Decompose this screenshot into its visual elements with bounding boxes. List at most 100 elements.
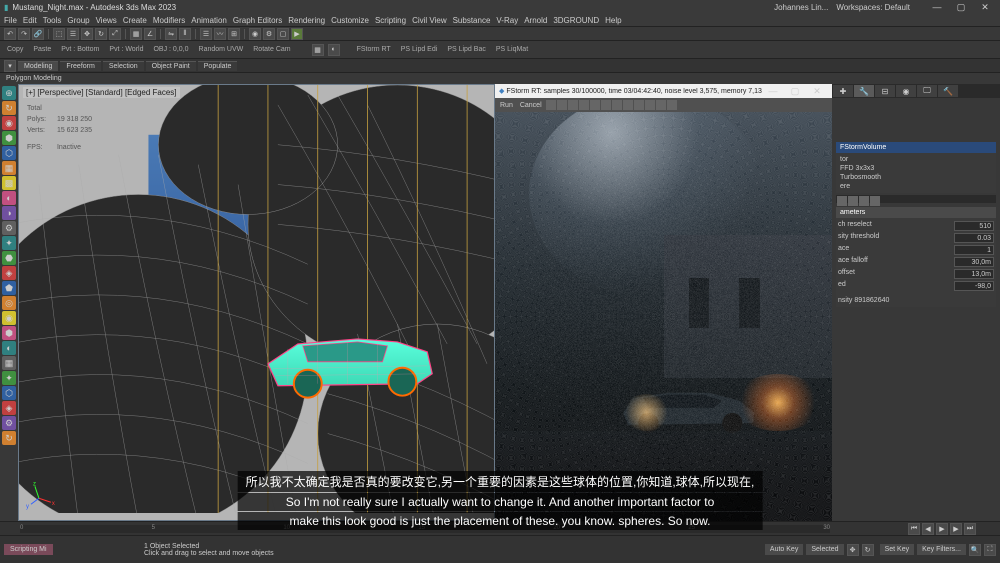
menu-modifiers[interactable]: Modifiers [153, 16, 185, 25]
modifier-stack[interactable]: tor FFD 3x3x3 Turbosmooth ere [836, 153, 996, 193]
ribbon-obj[interactable]: OBJ : 0,0,0 [150, 46, 191, 53]
render-icon[interactable]: ▶ [291, 28, 303, 40]
menu-customize[interactable]: Customize [331, 16, 369, 25]
menu-grapheditors[interactable]: Graph Editors [233, 16, 282, 25]
workspace-user[interactable]: Johannes Lin... [774, 3, 828, 12]
lt-icon-9[interactable]: ⚙ [2, 221, 16, 235]
fstorm-titlebar[interactable]: ◆ FStorm RT: samples 30/100000, time 03/… [495, 84, 832, 98]
cp-tab-utilities[interactable]: 🔨 [938, 85, 958, 97]
rotate-icon[interactable]: ↻ [95, 28, 107, 40]
ribbon-tab-ps1[interactable]: PS Lipd Edi [398, 46, 441, 53]
link-icon[interactable]: 🔗 [32, 28, 44, 40]
render-frame-icon[interactable]: ▢ [277, 28, 289, 40]
tab-freeform[interactable]: Freeform [60, 61, 100, 71]
workspace-dropdown[interactable]: Workspaces: Default [836, 3, 910, 12]
ribbon-pvt-bottom[interactable]: Pvt : Bottom [58, 46, 102, 53]
angle-snap-icon[interactable]: ∠ [144, 28, 156, 40]
lt-icon-7[interactable]: ◐ [2, 191, 16, 205]
modifier-item-0[interactable]: tor [838, 155, 994, 164]
nav-orbit-icon[interactable]: ↻ [862, 544, 874, 556]
ribbon-tab-ps2[interactable]: PS Lipd Bac [444, 46, 489, 53]
move-icon[interactable]: ✥ [81, 28, 93, 40]
select-icon[interactable]: ⬚ [53, 28, 65, 40]
ts-goto-end-icon[interactable]: ⏭ [964, 523, 976, 535]
fstorm-tb-1[interactable] [546, 100, 556, 110]
lt-icon-3[interactable]: ⬢ [2, 131, 16, 145]
ribbon-paste[interactable]: Paste [30, 46, 54, 53]
fstorm-maximize[interactable]: ▢ [784, 85, 806, 97]
menu-3dground[interactable]: 3DGROUND [553, 16, 599, 25]
menu-scripting[interactable]: Scripting [375, 16, 406, 25]
lt-icon-15[interactable]: ◉ [2, 311, 16, 325]
lt-icon-8[interactable]: ◑ [2, 206, 16, 220]
menu-civilview[interactable]: Civil View [412, 16, 447, 25]
align-icon[interactable]: ⫴ [179, 28, 191, 40]
menu-tools[interactable]: Tools [43, 16, 62, 25]
minimize-button[interactable]: — [926, 1, 948, 13]
lt-icon-18[interactable]: ▦ [2, 356, 16, 370]
menu-arnold[interactable]: Arnold [524, 16, 547, 25]
lt-icon-12[interactable]: ◈ [2, 266, 16, 280]
menu-views[interactable]: Views [96, 16, 117, 25]
cp-tab-display[interactable]: 🖵 [917, 85, 937, 97]
fstorm-cancel[interactable]: Cancel [517, 102, 545, 109]
viewport-perspective[interactable]: [+] [Perspective] [Standard] [Edged Face… [18, 84, 495, 521]
modifier-item-1[interactable]: FFD 3x3x3 [838, 164, 994, 173]
modifier-item-2[interactable]: Turbosmooth [838, 173, 994, 182]
mod-btn-1[interactable] [837, 196, 847, 206]
menu-vray[interactable]: V-Ray [496, 16, 518, 25]
lt-icon-16[interactable]: ⬢ [2, 326, 16, 340]
tab-objectpaint[interactable]: Object Paint [146, 61, 196, 71]
lt-icon-17[interactable]: ◐ [2, 341, 16, 355]
menu-create[interactable]: Create [123, 16, 147, 25]
fstorm-tb-10[interactable] [645, 100, 655, 110]
lt-icon-20[interactable]: ⬡ [2, 386, 16, 400]
lt-icon-0[interactable]: ⊕ [2, 86, 16, 100]
lt-icon-1[interactable]: ↻ [2, 101, 16, 115]
maximize-button[interactable]: ▢ [950, 1, 972, 13]
fstorm-tb-8[interactable] [623, 100, 633, 110]
lt-icon-10[interactable]: ✦ [2, 236, 16, 250]
fstorm-tb-2[interactable] [557, 100, 567, 110]
ts-play-icon[interactable]: ▶ [936, 523, 948, 535]
param-input-0[interactable] [954, 221, 994, 231]
fstorm-tb-11[interactable] [656, 100, 666, 110]
lt-icon-23[interactable]: ↻ [2, 431, 16, 445]
menu-help[interactable]: Help [605, 16, 621, 25]
param-input-1[interactable] [954, 233, 994, 243]
mod-btn-3[interactable] [859, 196, 869, 206]
select-name-icon[interactable]: ☰ [67, 28, 79, 40]
menu-group[interactable]: Group [67, 16, 89, 25]
fstorm-tb-4[interactable] [579, 100, 589, 110]
lt-icon-13[interactable]: ⬟ [2, 281, 16, 295]
ribbon-tab-fstorm[interactable]: FStorm RT [354, 46, 394, 53]
ribbon-random-uvw[interactable]: Random UVW [196, 46, 247, 53]
menu-rendering[interactable]: Rendering [288, 16, 325, 25]
menu-animation[interactable]: Animation [191, 16, 227, 25]
ribbon-ic1[interactable]: ▦ [312, 44, 324, 56]
ribbon-copy[interactable]: Copy [4, 46, 26, 53]
selected-button[interactable]: Selected [806, 544, 843, 555]
redo-icon[interactable]: ↷ [18, 28, 30, 40]
lt-icon-19[interactable]: ✦ [2, 371, 16, 385]
param-input-3[interactable] [954, 257, 994, 267]
tab-populate[interactable]: Populate [198, 61, 238, 71]
nav-zoom-icon[interactable]: 🔍 [969, 544, 981, 556]
fstorm-run[interactable]: Run [497, 102, 516, 109]
ribbon-ic2[interactable]: ◐ [328, 44, 340, 56]
tab-modeling[interactable]: Modeling [18, 61, 58, 71]
scripting-listener[interactable]: Scripting Mi [4, 544, 53, 555]
keyfilters-button[interactable]: Key Filters... [917, 544, 966, 555]
layers-icon[interactable]: ☰ [200, 28, 212, 40]
fstorm-close[interactable]: ✕ [806, 85, 828, 97]
menu-edit[interactable]: Edit [23, 16, 37, 25]
lt-icon-6[interactable]: ▩ [2, 176, 16, 190]
nav-max-icon[interactable]: ⛶ [984, 544, 996, 556]
nav-pan-icon[interactable]: ✥ [847, 544, 859, 556]
menu-substance[interactable]: Substance [453, 16, 491, 25]
viewport-canvas[interactable]: x z y [19, 85, 494, 513]
cp-tab-motion[interactable]: ◉ [896, 85, 916, 97]
ts-goto-start-icon[interactable]: ⏮ [908, 523, 920, 535]
autokey-button[interactable]: Auto Key [765, 544, 803, 555]
cp-tab-hierarchy[interactable]: ⊟ [875, 85, 895, 97]
